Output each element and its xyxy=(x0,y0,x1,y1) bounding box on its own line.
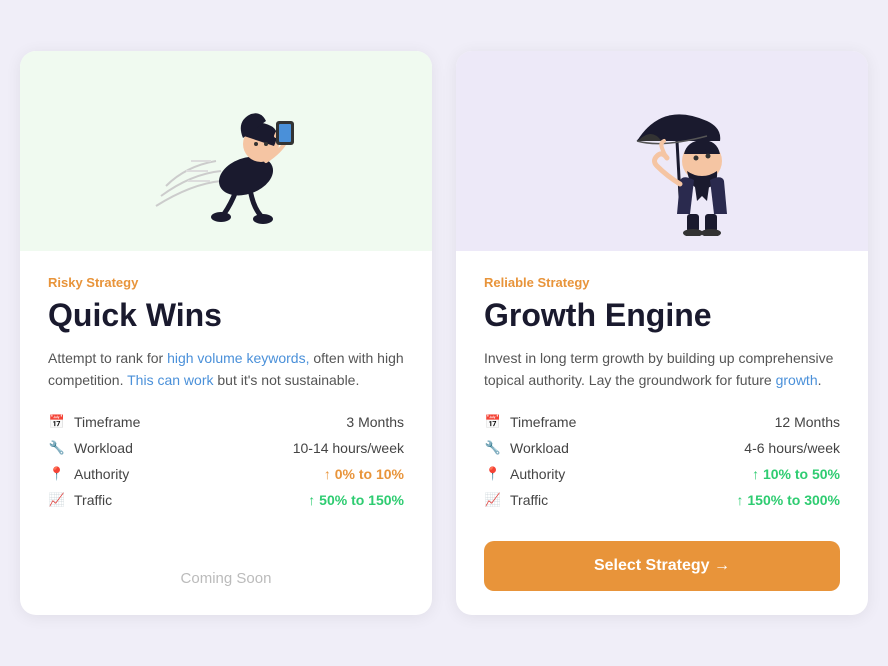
metric-row-workload-1: 🔧 Workload 10-14 hours/week xyxy=(48,439,404,457)
authority-icon-2: 📍 xyxy=(484,465,502,483)
cards-container: Risky Strategy Quick Wins Attempt to ran… xyxy=(20,51,868,616)
traffic-label-1: Traffic xyxy=(74,492,112,508)
traffic-label-2: Traffic xyxy=(510,492,548,508)
quick-wins-strategy-label: Risky Strategy xyxy=(48,275,404,290)
metric-row-traffic-2: 📈 Traffic ↑ 150% to 300% xyxy=(484,491,840,509)
growth-engine-illustration xyxy=(572,66,752,236)
authority-value-2: ↑ 10% to 50% xyxy=(752,466,840,482)
authority-label-2: Authority xyxy=(510,466,565,482)
growth-engine-title: Growth Engine xyxy=(484,298,840,333)
metric-row-timeframe-2: 📅 Timeframe 12 Months xyxy=(484,413,840,431)
timeframe-label-1: Timeframe xyxy=(74,414,140,430)
quick-wins-description: Attempt to rank for high volume keywords… xyxy=(48,347,404,392)
metric-row-authority-2: 📍 Authority ↑ 10% to 50% xyxy=(484,465,840,483)
calendar-icon-1: 📅 xyxy=(48,413,66,431)
workload-icon-1: 🔧 xyxy=(48,439,66,457)
quick-wins-title: Quick Wins xyxy=(48,298,404,333)
authority-label-1: Authority xyxy=(74,466,129,482)
traffic-icon-2: 📈 xyxy=(484,491,502,509)
timeframe-label-2: Timeframe xyxy=(510,414,576,430)
growth-engine-description: Invest in long term growth by building u… xyxy=(484,347,840,392)
quick-wins-illustration-bg xyxy=(20,51,432,251)
workload-icon-2: 🔧 xyxy=(484,439,502,457)
metric-row-workload-2: 🔧 Workload 4-6 hours/week xyxy=(484,439,840,457)
growth-engine-metrics: 📅 Timeframe 12 Months 🔧 Workload 4-6 hou… xyxy=(484,413,840,509)
quick-wins-card: Risky Strategy Quick Wins Attempt to ran… xyxy=(20,51,432,616)
traffic-value-2: ↑ 150% to 300% xyxy=(737,492,841,508)
growth-engine-footer: Select Strategy → xyxy=(484,533,840,591)
growth-desc-highlight: growth xyxy=(776,372,818,388)
growth-engine-strategy-label: Reliable Strategy xyxy=(484,275,840,290)
quick-wins-metrics: 📅 Timeframe 3 Months 🔧 Workload 10-14 ho… xyxy=(48,413,404,509)
quick-wins-desc-highlight2: This can work xyxy=(127,372,213,388)
select-strategy-button[interactable]: Select Strategy → xyxy=(484,541,840,591)
quick-wins-desc-highlight1: high volume keywords, xyxy=(167,350,309,366)
timeframe-value-2: 12 Months xyxy=(775,414,840,430)
workload-label-2: Workload xyxy=(510,440,569,456)
calendar-icon-2: 📅 xyxy=(484,413,502,431)
workload-label-1: Workload xyxy=(74,440,133,456)
workload-value-2: 4-6 hours/week xyxy=(744,440,840,456)
workload-value-1: 10-14 hours/week xyxy=(293,440,404,456)
metric-row-timeframe-1: 📅 Timeframe 3 Months xyxy=(48,413,404,431)
timeframe-value-1: 3 Months xyxy=(346,414,404,430)
traffic-icon-1: 📈 xyxy=(48,491,66,509)
authority-value-1: ↑ 0% to 10% xyxy=(324,466,404,482)
growth-engine-card: Reliable Strategy Growth Engine Invest i… xyxy=(456,51,868,616)
quick-wins-footer: Coming Soon xyxy=(48,550,404,591)
growth-engine-body: Reliable Strategy Growth Engine Invest i… xyxy=(456,251,868,616)
metric-row-traffic-1: 📈 Traffic ↑ 50% to 150% xyxy=(48,491,404,509)
coming-soon-text: Coming Soon xyxy=(48,558,404,591)
quick-wins-body: Risky Strategy Quick Wins Attempt to ran… xyxy=(20,251,432,616)
metric-row-authority-1: 📍 Authority ↑ 0% to 10% xyxy=(48,465,404,483)
authority-icon-1: 📍 xyxy=(48,465,66,483)
traffic-value-1: ↑ 50% to 150% xyxy=(308,492,404,508)
quick-wins-illustration xyxy=(136,66,316,236)
growth-engine-illustration-bg xyxy=(456,51,868,251)
